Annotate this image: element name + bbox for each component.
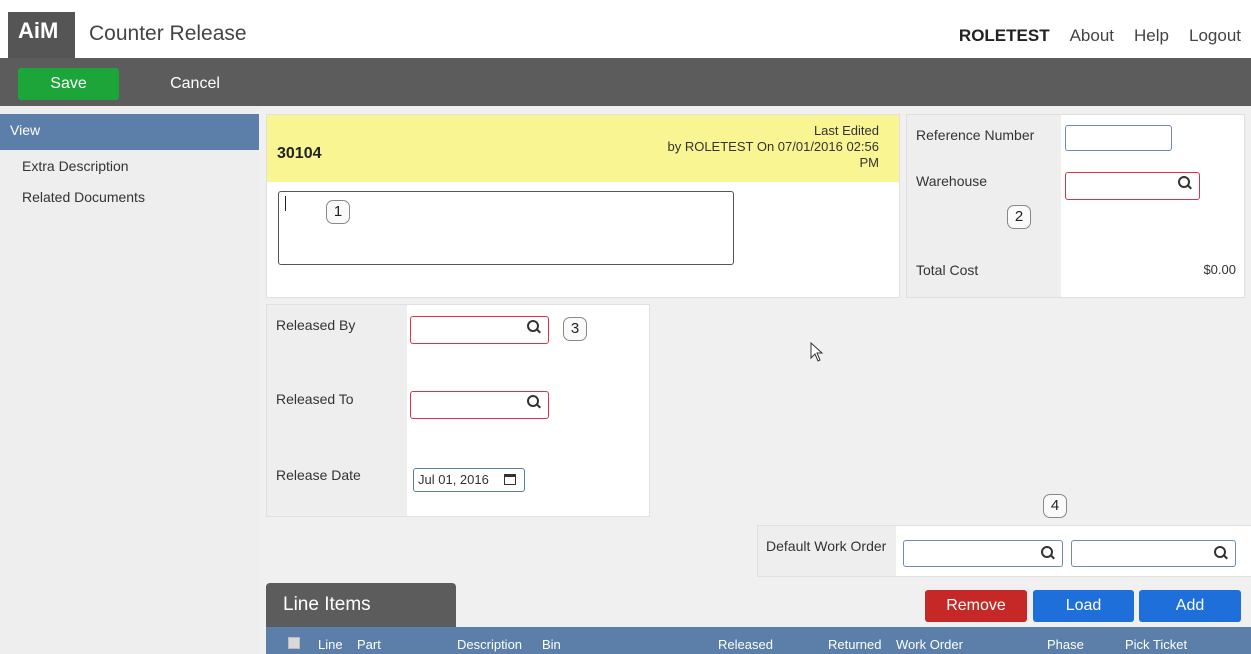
last-edited-title: Last Edited [813,123,879,138]
action-toolbar: Save Cancel [0,58,1251,106]
about-link[interactable]: About [1070,26,1114,46]
cancel-button[interactable]: Cancel [150,68,240,100]
remove-button[interactable]: Remove [925,590,1027,622]
record-id: 30104 [277,145,322,162]
callout-1: 1 [326,200,350,224]
current-user[interactable]: ROLETEST [959,26,1050,46]
released-to-label: Released To [276,391,354,407]
released-to-input[interactable] [410,391,549,419]
text-caret [285,196,286,211]
page-title: Counter Release [89,22,247,45]
select-all-checkbox[interactable] [288,637,300,649]
default-work-order-card: Default Work Order [757,525,1251,577]
search-icon[interactable] [1041,546,1055,560]
reference-card: Reference Number Warehouse Total Cost $0… [906,114,1245,298]
reference-number-label: Reference Number [916,127,1035,143]
callout-3: 3 [563,317,587,341]
save-button[interactable]: Save [18,68,119,100]
callout-4: 4 [1043,494,1067,518]
search-icon[interactable] [527,395,541,409]
mouse-cursor-icon [810,342,824,362]
sidebar: View Extra Description Related Documents [0,106,259,654]
work-order-input[interactable] [903,540,1063,567]
sidebar-item-view[interactable]: View [0,114,259,150]
column-header-phase[interactable]: Phase [1047,637,1084,652]
release-labels [267,305,407,516]
search-icon[interactable] [1214,546,1228,560]
total-cost-value: $0.00 [1203,262,1236,277]
last-edited-by: by ROLETEST On 07/01/2016 02:56 [667,139,879,154]
line-items-title: Line Items [266,583,456,627]
search-icon[interactable] [527,320,541,334]
column-header-bin[interactable]: Bin [542,637,561,652]
release-date-label: Release Date [276,467,361,483]
warehouse-label: Warehouse [916,173,988,189]
load-button[interactable]: Load [1033,590,1134,622]
aim-logo: AiM [8,12,75,58]
add-button[interactable]: Add [1139,590,1241,622]
help-link[interactable]: Help [1134,26,1169,46]
default-work-order-inputs [896,526,1251,576]
release-date-value: Jul 01, 2016 [418,472,489,487]
sidebar-item-extra-description[interactable]: Extra Description [0,150,259,180]
warehouse-input[interactable] [1065,172,1200,200]
column-header-part[interactable]: Part [357,637,381,652]
last-edited-time: PM [859,155,880,170]
released-by-input[interactable] [410,316,549,344]
released-by-label: Released By [276,317,356,333]
logout-link[interactable]: Logout [1189,26,1241,46]
release-card: Released By Released To Release Date Jul… [266,304,650,517]
column-header-pick-ticket[interactable]: Pick Ticket [1125,637,1187,652]
line-items-header-row: Line Part Description Bin Released Retur… [266,627,1251,654]
calendar-icon[interactable] [504,474,516,485]
total-cost-label: Total Cost [916,262,979,278]
callout-2: 2 [1007,205,1031,229]
app-header: AiM Counter Release ROLETEST About Help … [0,0,1251,58]
column-header-line[interactable]: Line [318,637,343,652]
search-icon[interactable] [1178,176,1192,190]
record-card: 30104 Last Edited by ROLETEST On 07/01/2… [266,114,900,298]
reference-number-input[interactable] [1065,125,1172,151]
phase-input[interactable] [1071,540,1236,567]
column-header-released[interactable]: Released [718,637,773,652]
sidebar-item-related-documents[interactable]: Related Documents [0,180,259,212]
default-work-order-label: Default Work Order [766,538,887,554]
release-date-input[interactable]: Jul 01, 2016 [413,468,525,492]
record-header: 30104 Last Edited by ROLETEST On 07/01/2… [267,115,899,182]
column-header-description[interactable]: Description [457,637,522,652]
last-edited-info: Last Edited by ROLETEST On 07/01/2016 02… [619,123,879,171]
column-header-returned[interactable]: Returned [828,637,881,652]
column-header-work-order[interactable]: Work Order [896,637,963,652]
top-nav: ROLETEST About Help Logout [959,26,1241,46]
